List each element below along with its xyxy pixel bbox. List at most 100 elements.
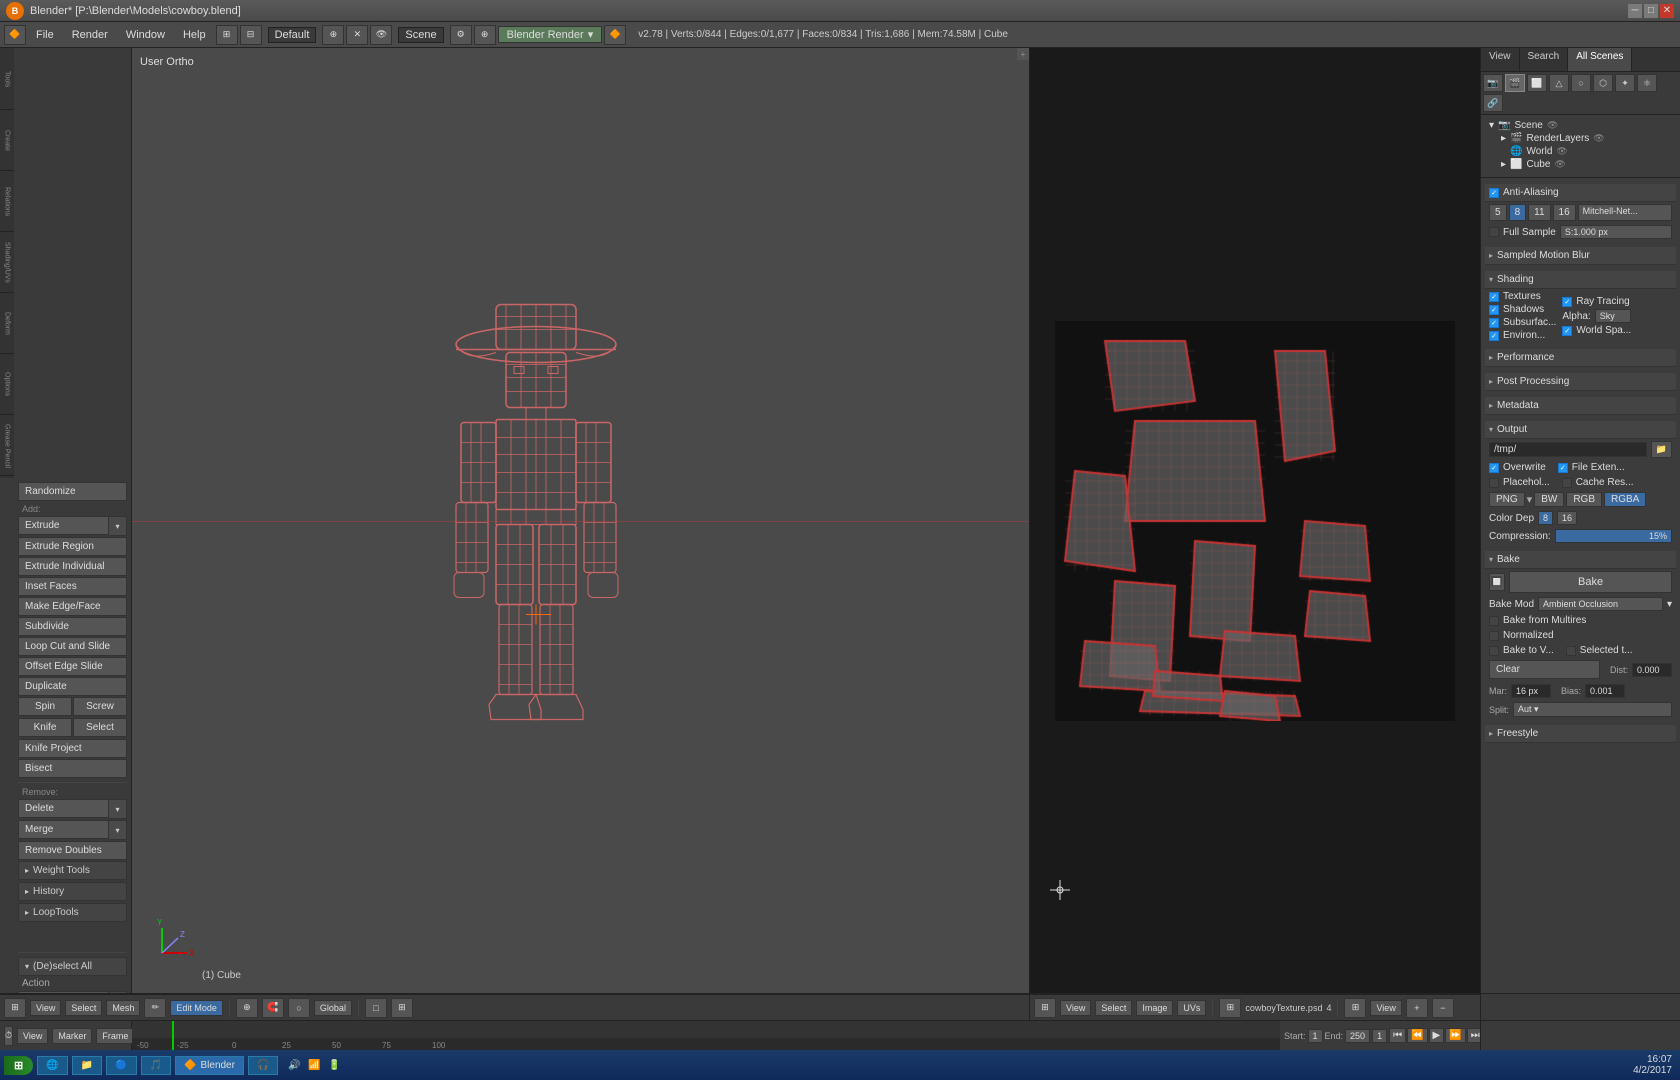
timeline-marker-btn[interactable]: Marker bbox=[52, 1028, 92, 1044]
tray-icon-2[interactable]: 📶 bbox=[306, 1057, 322, 1073]
uv-view-btn2[interactable]: View bbox=[1370, 1000, 1401, 1016]
scene-plus[interactable]: ⊕ bbox=[322, 25, 344, 45]
rs-tab-all-scenes[interactable]: All Scenes bbox=[1568, 48, 1632, 71]
renderlayers-eye[interactable]: 👁 bbox=[1593, 133, 1604, 144]
tray-icon-1[interactable]: 🔊 bbox=[286, 1057, 302, 1073]
options-tab[interactable]: Options bbox=[0, 355, 14, 415]
rgba-btn[interactable]: RGBA bbox=[1604, 492, 1646, 507]
delete-arrow[interactable]: ▾ bbox=[109, 799, 127, 819]
metadata-header[interactable]: ▸ Metadata bbox=[1485, 397, 1676, 415]
snap-icon[interactable]: 🧲 bbox=[262, 998, 284, 1018]
dist-value[interactable]: 0.000 bbox=[1632, 663, 1672, 677]
global-btn[interactable]: Global bbox=[314, 1000, 352, 1016]
shading-header[interactable]: ▾ Shading bbox=[1485, 271, 1676, 289]
timeline-main[interactable]: -50 -25 0 25 50 75 100 bbox=[132, 1021, 1280, 1050]
skip-start-btn[interactable]: ⏮ bbox=[1389, 1028, 1406, 1043]
bake-to-check[interactable] bbox=[1489, 646, 1499, 656]
extrude-btn[interactable]: Extrude bbox=[18, 516, 109, 535]
menu-render[interactable]: Render bbox=[64, 27, 116, 43]
aa-s-value[interactable]: S:1.000 px bbox=[1560, 225, 1672, 239]
maximize-button[interactable]: □ bbox=[1644, 4, 1658, 18]
weight-tools-header[interactable]: Weight Tools bbox=[18, 861, 127, 880]
scene-plus2[interactable]: ⊕ bbox=[474, 25, 496, 45]
select-btn[interactable]: Select bbox=[73, 718, 127, 737]
png-format-btn[interactable]: PNG bbox=[1489, 492, 1525, 507]
uv-mode-icon2[interactable]: ⊞ bbox=[1219, 998, 1241, 1018]
rs-icon-object[interactable]: ⬜ bbox=[1527, 74, 1547, 92]
view-icon[interactable]: 👁 bbox=[370, 25, 392, 45]
edit-mode-icon[interactable]: ✏ bbox=[144, 998, 166, 1018]
layout-icon2[interactable]: ⊟ bbox=[240, 25, 262, 45]
clear-btn[interactable]: Clear bbox=[1489, 660, 1600, 679]
ray-tracing-check[interactable]: ✓ bbox=[1562, 297, 1572, 307]
uv-mode-icon[interactable]: ⊞ bbox=[1034, 998, 1056, 1018]
menu-window[interactable]: Window bbox=[118, 27, 173, 43]
merge-btn[interactable]: Merge bbox=[18, 820, 109, 839]
extrude-region-btn[interactable]: Extrude Region bbox=[18, 537, 127, 556]
bw-btn[interactable]: BW bbox=[1534, 492, 1564, 507]
cache-res-check[interactable] bbox=[1562, 478, 1572, 488]
subdivide-btn[interactable]: Subdivide bbox=[18, 617, 127, 636]
viewport-resize-handle[interactable]: + bbox=[1017, 48, 1029, 60]
rgb-btn[interactable]: RGB bbox=[1566, 492, 1602, 507]
bake-from-check[interactable] bbox=[1489, 616, 1499, 626]
layout-icon[interactable]: ⊞ bbox=[216, 25, 238, 45]
uv-nav-icon[interactable]: ⊞ bbox=[1344, 998, 1366, 1018]
menu-help[interactable]: Help bbox=[175, 27, 214, 43]
aa-btn-11[interactable]: 11 bbox=[1528, 204, 1550, 221]
pivot-icon[interactable]: ⊕ bbox=[236, 998, 258, 1018]
blender-icon-btn[interactable]: 🔶 bbox=[4, 25, 26, 45]
output-header[interactable]: ▾ Output bbox=[1485, 421, 1676, 439]
aa-header[interactable]: ✓ Anti-Aliasing bbox=[1485, 184, 1676, 202]
rs-icon-texture[interactable]: ⬡ bbox=[1593, 74, 1613, 92]
end-frame[interactable]: 250 bbox=[1345, 1029, 1370, 1043]
uv-view-btn[interactable]: View bbox=[1060, 1000, 1091, 1016]
knife-btn[interactable]: Knife bbox=[18, 718, 72, 737]
mesh-menu-btn[interactable]: Mesh bbox=[106, 1000, 140, 1016]
menu-file[interactable]: File bbox=[28, 27, 62, 43]
remove-doubles-btn[interactable]: Remove Doubles bbox=[18, 841, 127, 860]
aa-btn-8[interactable]: 8 bbox=[1509, 204, 1527, 221]
motion-blur-header[interactable]: ▸ Sampled Motion Blur bbox=[1485, 247, 1676, 265]
3d-viewport[interactable]: User Ortho + bbox=[132, 48, 1030, 993]
timeline-view-btn[interactable]: View bbox=[17, 1028, 48, 1044]
cube-eye[interactable]: 👁 bbox=[1554, 159, 1565, 170]
rs-icon-render[interactable]: 🎬 bbox=[1505, 74, 1525, 92]
uv-select-btn[interactable]: Select bbox=[1095, 1000, 1132, 1016]
post-processing-header[interactable]: ▸ Post Processing bbox=[1485, 373, 1676, 391]
rs-icon-constraints[interactable]: 🔗 bbox=[1483, 94, 1503, 112]
scene-label[interactable]: Scene bbox=[398, 27, 443, 43]
uv-uvs-btn[interactable]: UVs bbox=[1177, 1000, 1206, 1016]
split-value[interactable]: Aut ▾ bbox=[1513, 702, 1672, 717]
start-button[interactable]: ⊞ bbox=[4, 1056, 33, 1075]
grease-tab[interactable]: Grease Pencil bbox=[0, 416, 14, 476]
uv-image-btn[interactable]: Image bbox=[1136, 1000, 1173, 1016]
3d-mode-icon[interactable]: ⊞ bbox=[4, 998, 26, 1018]
uv-zoom-in[interactable]: + bbox=[1406, 998, 1428, 1018]
rs-icon-particles[interactable]: ✦ bbox=[1615, 74, 1635, 92]
output-browse-btn[interactable]: 📁 bbox=[1651, 441, 1672, 458]
normalized-check[interactable] bbox=[1489, 631, 1499, 641]
close-button[interactable]: ✕ bbox=[1660, 4, 1674, 18]
scene-eye[interactable]: 👁 bbox=[1547, 120, 1558, 131]
overlay-icon[interactable]: ⊞ bbox=[391, 998, 413, 1018]
duplicate-btn[interactable]: Duplicate bbox=[18, 677, 127, 696]
uv-zoom-out[interactable]: − bbox=[1432, 998, 1454, 1018]
rs-tab-view[interactable]: View bbox=[1481, 48, 1520, 71]
world-eye[interactable]: 👁 bbox=[1556, 146, 1567, 157]
uv-viewport[interactable] bbox=[1030, 48, 1480, 993]
rs-icon-scene[interactable]: 📷 bbox=[1483, 74, 1503, 92]
rs-icon-mesh[interactable]: △ bbox=[1549, 74, 1569, 92]
aa-full-sample-check[interactable] bbox=[1489, 227, 1499, 237]
knife-project-btn[interactable]: Knife Project bbox=[18, 739, 127, 758]
taskbar-media[interactable]: 🎵 bbox=[141, 1056, 171, 1075]
timeline-icon[interactable]: ⏱ bbox=[4, 1026, 13, 1046]
compression-value[interactable]: 15% bbox=[1555, 529, 1672, 543]
subsurface-check[interactable]: ✓ bbox=[1489, 318, 1499, 328]
current-frame[interactable]: 1 bbox=[1372, 1029, 1387, 1043]
randomize-btn[interactable]: Randomize bbox=[18, 482, 127, 501]
history-header[interactable]: History bbox=[18, 882, 127, 901]
taskbar-ie[interactable]: 🌐 bbox=[37, 1056, 67, 1075]
world-spa-check[interactable]: ✓ bbox=[1562, 326, 1572, 336]
play-btn[interactable]: ▶ bbox=[1429, 1028, 1445, 1043]
